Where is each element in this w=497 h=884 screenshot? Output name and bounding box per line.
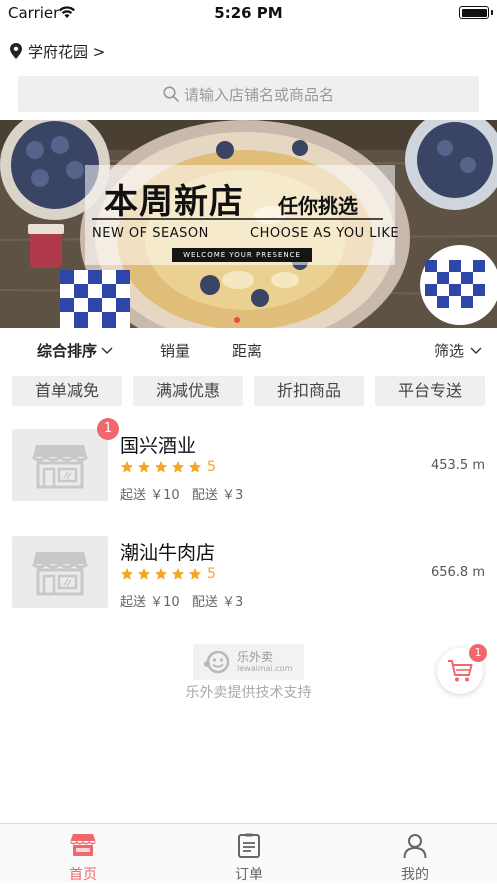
tab-home[interactable]: 首页 <box>0 824 166 884</box>
status-bar: Carrier 5:26 PM <box>0 0 497 26</box>
tag-full-reduction[interactable]: 满减优惠 <box>133 376 243 406</box>
store-name: 国兴酒业 <box>120 435 197 457</box>
store-distance: 656.8 m <box>430 565 485 580</box>
banner-subtitle: 任你挑选 <box>278 194 358 218</box>
store-card[interactable]: 潮汕牛肉店 5 起送 ￥10 配送 ￥3 656.8 m <box>0 536 497 616</box>
rating-value: 5 <box>207 459 216 475</box>
store-placeholder-image <box>12 429 108 501</box>
chevron-down-icon <box>470 347 482 354</box>
min-order: 起送 ￥10 <box>120 488 180 503</box>
storefront-icon <box>32 445 88 489</box>
banner-english-left: NEW OF SEASON <box>92 226 209 241</box>
star-icon <box>188 460 202 473</box>
promo-banner[interactable] <box>0 120 497 328</box>
star-icon <box>120 567 134 580</box>
cart-count-badge: 1 <box>469 644 487 662</box>
banner-page-indicator[interactable] <box>234 317 240 323</box>
sort-distance[interactable]: 距离 <box>232 340 262 361</box>
order-list-icon <box>238 833 260 858</box>
search-icon <box>163 86 179 102</box>
sort-sales[interactable]: 销量 <box>160 340 190 361</box>
banner-image <box>0 120 497 328</box>
star-icon <box>171 567 185 580</box>
search-placeholder: 请输入店铺名或商品名 <box>183 85 334 104</box>
sort-comprehensive-label: 综合排序 <box>37 342 98 360</box>
star-icon <box>154 567 168 580</box>
brand-text: 乐外卖 lewaimai.com <box>237 649 293 674</box>
battery-cap <box>491 10 493 15</box>
rating-value: 5 <box>207 566 216 582</box>
store-fees: 起送 ￥10 配送 ￥3 <box>120 484 251 503</box>
tag-discount-goods[interactable]: 折扣商品 <box>254 376 364 406</box>
star-icon <box>137 460 151 473</box>
store-placeholder-image <box>12 536 108 608</box>
tab-profile-label: 我的 <box>401 867 429 883</box>
location-selector[interactable]: 学府花园 > <box>10 40 105 62</box>
store-badge: 1 <box>97 418 119 440</box>
brand-domain: lewaimai.com <box>237 663 293 673</box>
banner-title: 本周新店 <box>104 182 244 222</box>
tab-home-label: 首页 <box>69 867 97 883</box>
smiley-logo-icon <box>204 650 230 674</box>
store-distance: 453.5 m <box>430 458 485 473</box>
tab-bar: 首页 订单 我的 <box>0 823 497 883</box>
clock: 5:26 PM <box>214 4 283 22</box>
min-order: 起送 ￥10 <box>120 595 180 610</box>
sort-comprehensive[interactable]: 综合排序 <box>37 340 113 361</box>
star-icon <box>120 460 134 473</box>
tag-first-order-discount[interactable]: 首单减免 <box>12 376 122 406</box>
star-icon <box>188 567 202 580</box>
banner-english-right: CHOOSE AS YOU LIKE <box>250 226 400 241</box>
tag-platform-delivery[interactable]: 平台专送 <box>375 376 485 406</box>
shopping-cart-icon <box>448 660 473 682</box>
sort-sales-label: 销量 <box>160 342 191 360</box>
tab-orders[interactable]: 订单 <box>166 824 332 884</box>
search-input[interactable]: 请输入店铺名或商品名 <box>18 76 479 112</box>
storefront-icon <box>32 552 88 596</box>
store-fees: 起送 ￥10 配送 ￥3 <box>120 591 251 610</box>
brand-name: 乐外卖 <box>237 649 274 664</box>
star-icon <box>154 460 168 473</box>
delivery-fee: 配送 ￥3 <box>191 595 244 610</box>
powered-by-text: 乐外卖提供技术支持 <box>185 685 312 701</box>
star-icon <box>137 567 151 580</box>
battery-icon <box>459 6 489 19</box>
sort-distance-label: 距离 <box>232 342 263 360</box>
store-card[interactable]: 1 国兴酒业 5 起送 ￥10 配送 ￥3 453.5 m <box>0 418 497 509</box>
tab-orders-label: 订单 <box>235 867 263 883</box>
banner-welcome-strip: WELCOME YOUR PRESENCE <box>172 248 312 262</box>
brand-logo: 乐外卖 lewaimai.com <box>193 644 304 680</box>
filter-button[interactable]: 筛选 <box>434 340 482 361</box>
filter-label: 筛选 <box>434 342 465 360</box>
rating-stars: 5 <box>120 459 216 475</box>
store-name: 潮汕牛肉店 <box>120 542 216 564</box>
rating-stars: 5 <box>120 566 216 582</box>
star-icon <box>171 460 185 473</box>
tab-profile[interactable]: 我的 <box>332 824 497 884</box>
profile-icon <box>403 834 427 859</box>
chevron-down-icon <box>101 347 113 354</box>
location-pin-icon <box>10 43 22 59</box>
location-label: 学府花园 > <box>28 42 106 61</box>
store-icon <box>70 834 96 856</box>
delivery-fee: 配送 ￥3 <box>191 488 244 503</box>
sort-bar: 综合排序 销量 距离 筛选 <box>0 332 497 368</box>
